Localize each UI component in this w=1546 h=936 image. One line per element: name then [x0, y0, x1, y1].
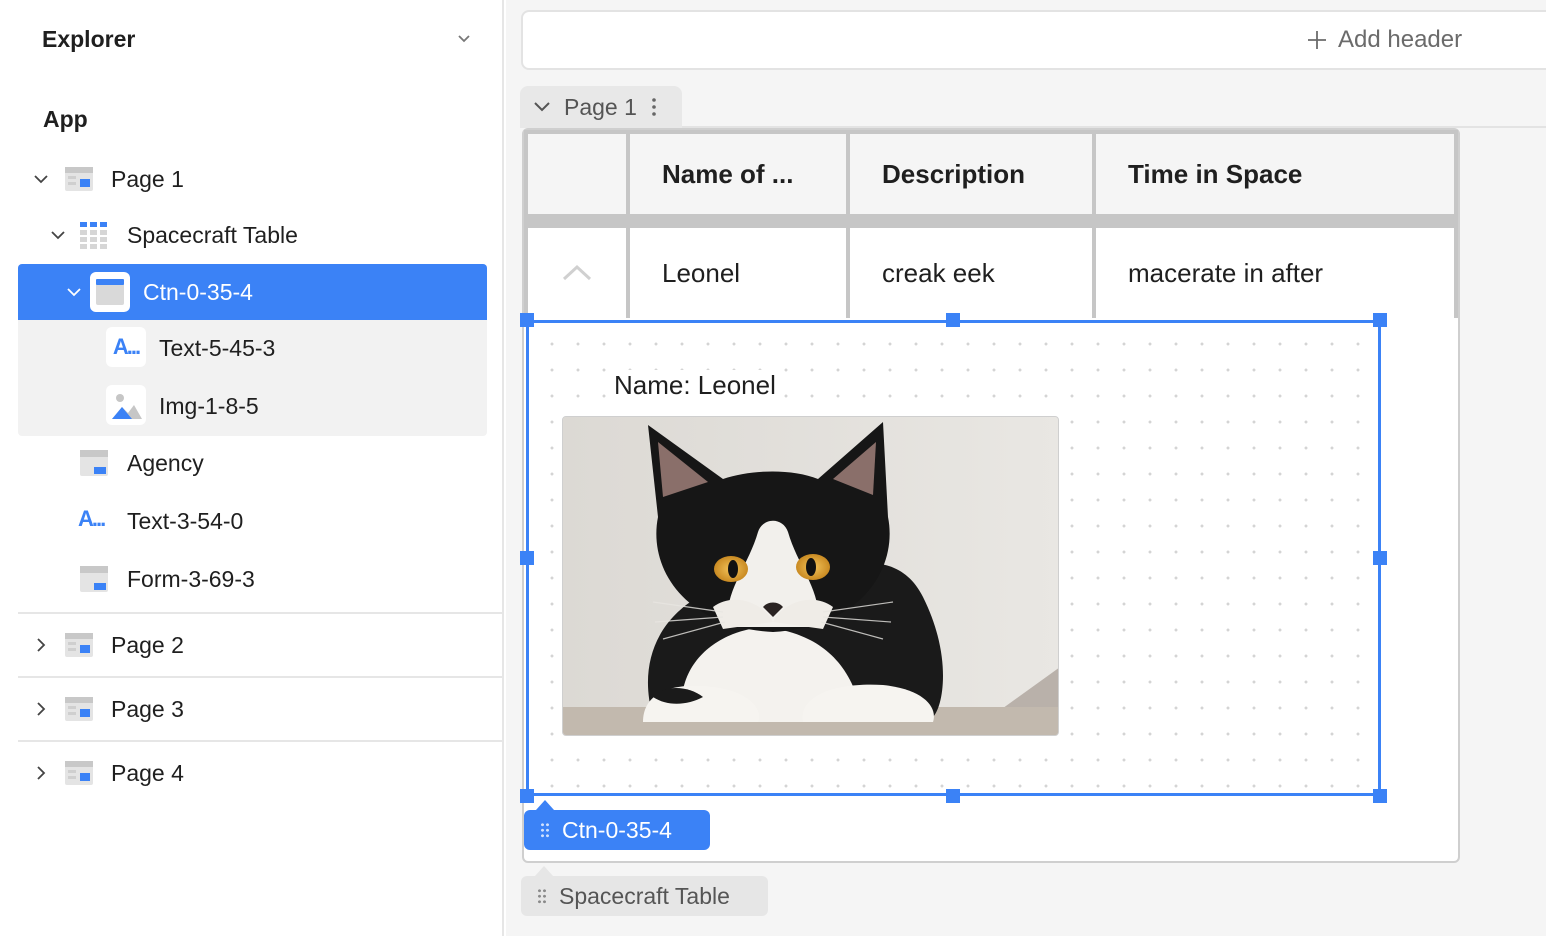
- tree-item-page-4[interactable]: Page 4: [18, 745, 487, 801]
- drag-handle-icon[interactable]: [537, 888, 547, 904]
- cell-text: creak eek: [882, 257, 995, 288]
- plus-icon: [1308, 31, 1326, 49]
- page-icon: [65, 697, 93, 721]
- table-cell[interactable]: creak eek: [850, 228, 1092, 318]
- cat-image[interactable]: [562, 416, 1059, 736]
- tree-item-label: Text-5-45-3: [159, 334, 276, 361]
- parent-component-tag[interactable]: Spacecraft Table: [521, 866, 768, 916]
- parent-component-tag-label: Spacecraft Table: [559, 882, 730, 909]
- page-icon: [65, 761, 93, 785]
- drag-handle-icon[interactable]: [540, 822, 550, 838]
- page-icon: [65, 633, 93, 657]
- tree-item-text-5-45-3[interactable]: A... Text-5-45-3: [18, 320, 487, 376]
- tree-item-label: Img-1-8-5: [159, 392, 259, 419]
- divider: [18, 612, 502, 614]
- divider: [18, 740, 502, 742]
- tree-item-spacecraft-table[interactable]: Spacecraft Table: [18, 207, 487, 263]
- app-label: App: [43, 106, 88, 132]
- text-component-icon: A...: [78, 506, 108, 536]
- chevron-down-icon[interactable]: [533, 100, 551, 114]
- chevron-down-icon[interactable]: [66, 284, 82, 300]
- tree-item-label: Page 1: [111, 165, 184, 192]
- tree-item-page-3[interactable]: Page 3: [18, 681, 487, 737]
- explorer-sidebar: Explorer App Page 1 Spacecraft Table Ctn…: [0, 0, 504, 936]
- row-collapse-cell[interactable]: [528, 228, 626, 318]
- page-tab-label: Page 1: [564, 93, 637, 120]
- text-component-icon: A...: [106, 327, 146, 367]
- cell-text: Leonel: [662, 257, 741, 288]
- tree-item-label: Form-3-69-3: [127, 565, 255, 592]
- table-icon: [80, 222, 107, 249]
- tree-item-label: Page 4: [111, 759, 184, 786]
- resize-handle-top[interactable]: [946, 313, 960, 327]
- form-icon: [80, 450, 108, 476]
- tree-item-label: Ctn-0-35-4: [143, 278, 253, 305]
- tree-item-label: Spacecraft Table: [127, 221, 298, 248]
- add-header-button[interactable]: Add header: [1306, 26, 1462, 54]
- tree-item-label: Text-3-54-0: [127, 507, 244, 534]
- tree-item-form-3-69-3[interactable]: Form-3-69-3: [18, 551, 487, 607]
- divider: [18, 676, 502, 678]
- tree-item-text-3-54-0[interactable]: A... Text-3-54-0: [18, 493, 487, 549]
- tree-item-img-1-8-5[interactable]: Img-1-8-5: [18, 378, 487, 434]
- image-icon: [106, 385, 146, 425]
- resize-handle-bottom[interactable]: [946, 789, 960, 803]
- tree-item-label: Page 3: [111, 695, 184, 722]
- resize-handle-bottom-left[interactable]: [520, 789, 534, 803]
- chevron-right-icon[interactable]: [33, 765, 49, 781]
- table-header-cell[interactable]: Description: [850, 134, 1092, 214]
- chevron-right-icon[interactable]: [33, 637, 49, 653]
- table-header-cell: [528, 134, 626, 214]
- chevron-up-icon[interactable]: [561, 263, 593, 283]
- resize-handle-bottom-right[interactable]: [1373, 789, 1387, 803]
- page-tab[interactable]: Page 1: [520, 86, 682, 128]
- explorer-title: Explorer: [42, 26, 136, 52]
- form-icon: [80, 566, 108, 592]
- chevron-down-icon[interactable]: [33, 171, 49, 187]
- tree-item-label: Page 2: [111, 631, 184, 658]
- selected-component-tag-label: Ctn-0-35-4: [562, 816, 672, 843]
- more-vertical-icon[interactable]: [651, 97, 657, 117]
- resize-handle-right[interactable]: [1373, 551, 1387, 565]
- table-cell[interactable]: macerate in after: [1096, 228, 1454, 318]
- resize-handle-top-right[interactable]: [1373, 313, 1387, 327]
- selected-component-tag[interactable]: Ctn-0-35-4: [524, 800, 710, 850]
- page-icon: [65, 167, 93, 191]
- table-grid: Name of ... Description Time in Space Le…: [524, 130, 1458, 318]
- column-header: Description: [882, 158, 1026, 189]
- cat-picture: [563, 417, 1058, 735]
- chevron-down-icon[interactable]: [50, 227, 66, 243]
- container-icon: [90, 272, 130, 312]
- tree-item-agency[interactable]: Agency: [18, 435, 487, 491]
- tree-item-page-2[interactable]: Page 2: [18, 617, 487, 673]
- column-header: Name of ...: [662, 158, 794, 189]
- tree-item-page-1[interactable]: Page 1: [18, 151, 487, 207]
- cell-text: macerate in after: [1128, 257, 1324, 288]
- add-header-label: Add header: [1338, 26, 1463, 53]
- tree-item-ctn-0-35-4[interactable]: Ctn-0-35-4: [18, 264, 487, 320]
- name-text[interactable]: Name: Leonel: [614, 370, 776, 401]
- table-header-cell[interactable]: Time in Space: [1096, 134, 1454, 214]
- resize-handle-top-left[interactable]: [520, 313, 534, 327]
- resize-handle-left[interactable]: [520, 551, 534, 565]
- column-header: Time in Space: [1128, 158, 1303, 189]
- text-icon-glyph: A...: [78, 506, 106, 531]
- tree-item-label: Agency: [127, 449, 204, 476]
- chevron-down-icon[interactable]: [456, 32, 472, 46]
- chevron-right-icon[interactable]: [33, 701, 49, 717]
- table-header-cell[interactable]: Name of ...: [630, 134, 846, 214]
- table-cell[interactable]: Leonel: [630, 228, 846, 318]
- text-icon-glyph: A...: [112, 334, 141, 359]
